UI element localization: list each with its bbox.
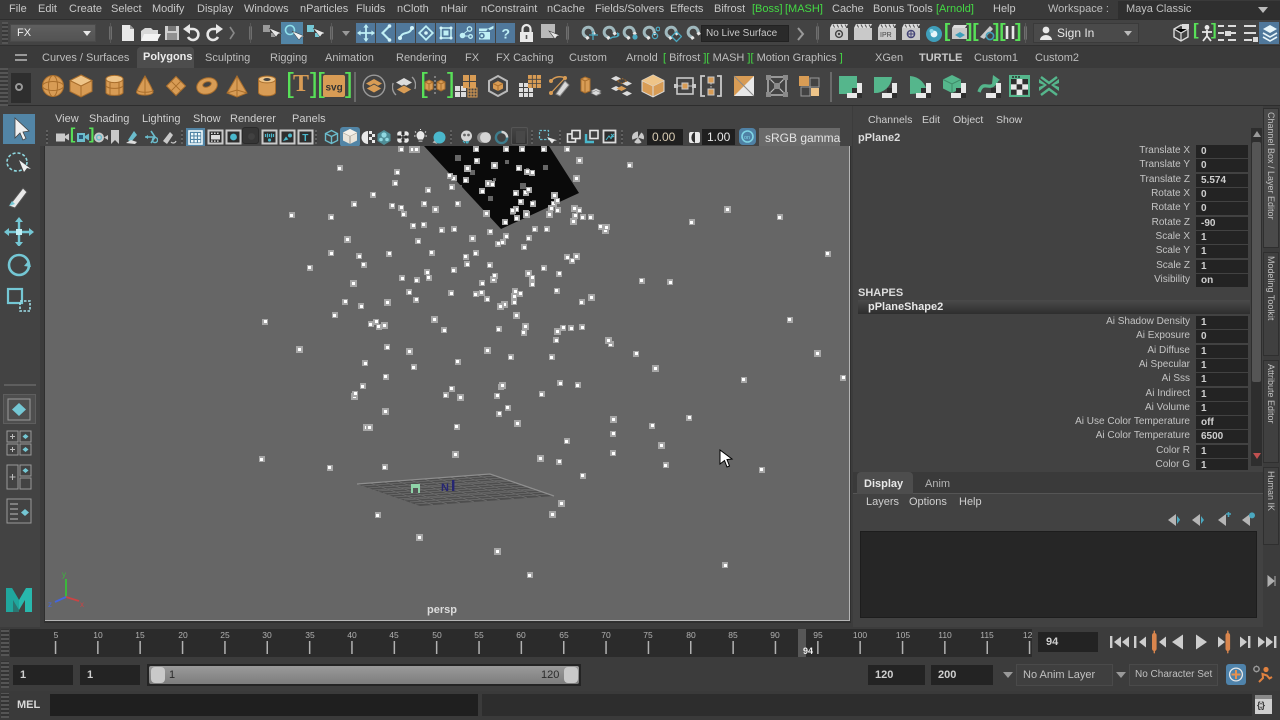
svg-text:75: 75 [643,630,653,640]
svg-text:25: 25 [220,630,230,640]
svg-text:80: 80 [686,630,696,640]
svg-text:95: 95 [813,630,823,640]
svg-text:70: 70 [601,630,611,640]
svg-text:50: 50 [432,630,442,640]
svg-text:55: 55 [474,630,484,640]
svg-text:40: 40 [347,630,357,640]
svg-text:110: 110 [938,630,952,640]
svg-text:on: on [744,135,750,141]
svg-text:15: 15 [135,630,145,640]
svg-text:45: 45 [389,630,399,640]
svg-text:svg: svg [326,83,343,94]
svg-text:IPR: IPR [880,32,892,39]
svg-text:?: ? [502,26,511,42]
svg-text:85: 85 [728,630,738,640]
svg-text:30: 30 [262,630,272,640]
svg-text:100: 100 [853,630,867,640]
svg-text:115: 115 [980,630,994,640]
svg-text:10: 10 [93,630,103,640]
svg-text:5: 5 [54,630,59,640]
svg-text:T: T [302,133,308,144]
svg-text:20: 20 [178,630,188,640]
svg-text:105: 105 [896,630,910,640]
svg-text:60: 60 [516,630,526,640]
svg-text:120: 120 [1023,630,1032,640]
svg-text:90: 90 [770,630,780,640]
svg-text:35: 35 [305,630,315,640]
svg-text:65: 65 [559,630,569,640]
svg-text:94: 94 [803,646,813,656]
